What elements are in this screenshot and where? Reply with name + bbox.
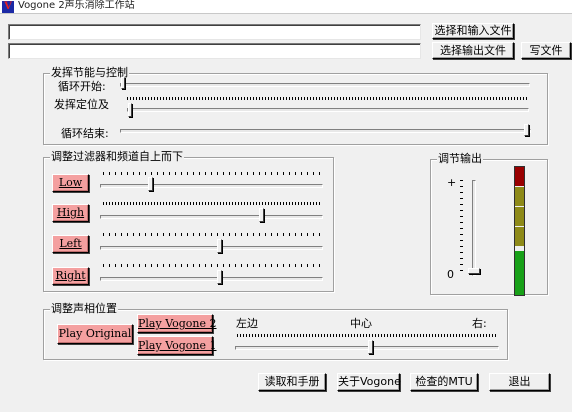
filters-title: 调整过滤器和频道自上而下 xyxy=(50,150,184,164)
pan-ticks xyxy=(237,334,497,337)
high-track xyxy=(100,215,323,219)
left-track xyxy=(100,246,323,250)
output-ticks xyxy=(460,180,463,276)
output-file-field[interactable] xyxy=(8,43,421,59)
play-vogone1-button[interactable]: Play Vogone 1 xyxy=(137,336,217,355)
meter-yellow-segment-2 xyxy=(515,207,524,226)
output-title: 调节输出 xyxy=(437,152,483,166)
output-track xyxy=(472,180,476,276)
loop-start-thumb[interactable] xyxy=(121,77,125,89)
position-track xyxy=(127,108,529,112)
right-thumb[interactable] xyxy=(217,270,222,284)
right-button[interactable]: Right xyxy=(52,267,89,285)
loop-start-track xyxy=(120,83,530,87)
output-thumb[interactable] xyxy=(468,268,480,274)
low-thumb[interactable] xyxy=(148,177,153,191)
right-ticks xyxy=(103,264,321,267)
output-level-meter xyxy=(514,166,525,296)
check-mtu-button[interactable]: 检查的MTU xyxy=(410,373,478,391)
high-thumb[interactable] xyxy=(259,208,264,222)
select-output-file-button[interactable]: 选择输出文件 xyxy=(432,42,514,59)
pan-right-label: 右: xyxy=(472,317,487,330)
manual-button[interactable]: 读取和手册 xyxy=(258,373,326,391)
title-bar: V Vogone 2声乐消除工作站 xyxy=(0,0,572,14)
low-ticks xyxy=(103,172,321,175)
exit-button[interactable]: 退出 xyxy=(489,373,550,391)
loop-end-label: 循环结束: xyxy=(61,127,109,140)
about-vogone-button[interactable]: 关于Vogone xyxy=(337,373,401,391)
high-ticks xyxy=(103,202,321,205)
position-thumb[interactable] xyxy=(128,103,132,117)
meter-red-segment xyxy=(515,167,524,186)
pan-thumb[interactable] xyxy=(368,340,373,354)
meter-green-segment xyxy=(515,251,524,295)
input-file-field[interactable] xyxy=(8,24,421,40)
output-plus-label: + xyxy=(447,176,457,189)
position-label: 发挥定位及 xyxy=(54,98,109,111)
window-title: Vogone 2声乐消除工作站 xyxy=(18,0,135,11)
loop-control-title: 发挥节能与控制 xyxy=(50,66,129,80)
meter-yellow-segment-1 xyxy=(515,187,524,206)
left-button[interactable]: Left xyxy=(52,235,89,253)
loop-end-track xyxy=(120,129,531,133)
vogone-logo-icon: V xyxy=(2,1,14,13)
pan-track xyxy=(235,346,499,350)
low-button[interactable]: Low xyxy=(52,174,89,192)
pan-left-label: 左边 xyxy=(236,317,258,330)
output-zero-label: 0 xyxy=(447,268,454,281)
select-input-file-button[interactable]: 选择和输入文件 xyxy=(432,23,514,39)
loop-end-thumb[interactable] xyxy=(524,124,529,136)
position-ticks xyxy=(127,97,527,100)
write-file-button[interactable]: 写文件 xyxy=(521,42,571,59)
right-track xyxy=(100,277,323,281)
left-ticks xyxy=(103,233,321,236)
low-track xyxy=(100,184,323,188)
play-original-button[interactable]: Play Original xyxy=(57,324,133,344)
pan-position-title: 调整声相位置 xyxy=(50,302,118,316)
meter-yellow-segment-3 xyxy=(515,227,524,246)
play-vogone2-button[interactable]: Play Vogone 2 xyxy=(137,314,217,333)
left-thumb[interactable] xyxy=(217,239,222,253)
pan-center-label: 中心 xyxy=(350,317,372,330)
high-button[interactable]: High xyxy=(52,204,89,222)
loop-start-label: 循环开始: xyxy=(58,80,106,93)
